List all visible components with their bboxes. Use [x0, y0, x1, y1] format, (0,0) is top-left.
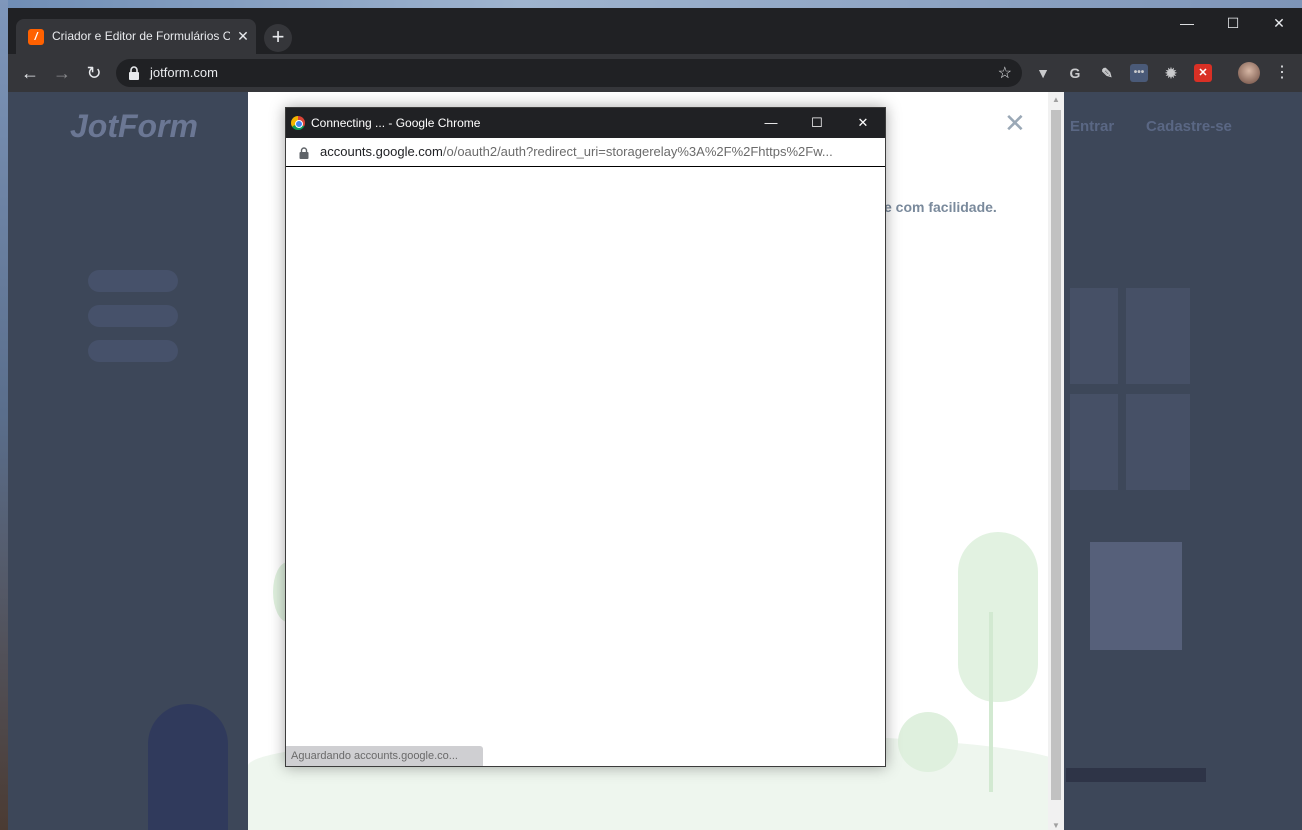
reload-button[interactable]: ↻	[80, 59, 108, 87]
new-tab-button[interactable]: +	[264, 24, 292, 52]
url-host: accounts.google.com	[320, 144, 443, 159]
popup-url: accounts.google.com/o/oauth2/auth?redire…	[320, 144, 868, 159]
window-illustration	[1126, 394, 1190, 490]
popup-title: Connecting ... - Google Chrome	[311, 116, 481, 130]
popup-status-bubble: Aguardando accounts.google.co...	[286, 746, 483, 766]
maximize-button[interactable]: ☐	[1210, 8, 1256, 38]
browser-toolbar: ← → ↻ jotform.com ☆ ▼ G ✎ ••• ✹ ✕ ⋮	[8, 54, 1302, 92]
close-window-button[interactable]: ✕	[1256, 8, 1302, 38]
url-path: /o/oauth2/auth?redirect_uri=storagerelay…	[442, 144, 833, 159]
popup-address-bar: accounts.google.com/o/oauth2/auth?redire…	[286, 138, 885, 167]
tree-trunk-illustration	[989, 612, 993, 792]
popup-blank-content	[286, 168, 885, 766]
forward-button[interactable]: →	[48, 59, 76, 87]
window-illustration	[1070, 288, 1118, 384]
address-bar[interactable]: jotform.com ☆	[116, 59, 1022, 87]
oauth-popup-window: Connecting ... - Google Chrome — ☐ ✕ acc…	[285, 107, 886, 767]
dots-extension-icon[interactable]: •••	[1130, 64, 1148, 82]
placeholder-bar	[88, 270, 178, 292]
bush-illustration	[898, 712, 958, 772]
scroll-down-icon[interactable]: ▼	[1048, 818, 1064, 830]
vivaldi-extension-icon[interactable]: ▼	[1034, 64, 1052, 82]
tab-title: Criador e Editor de Formulários Online	[52, 29, 230, 43]
minimize-button[interactable]: —	[1164, 8, 1210, 38]
lock-icon	[129, 66, 139, 80]
placeholder-bar	[88, 340, 178, 362]
tree-illustration	[958, 532, 1038, 702]
gear-extension-icon[interactable]: ✹	[1162, 64, 1180, 82]
back-button[interactable]: ←	[16, 59, 44, 87]
popup-maximize-button[interactable]: ☐	[794, 108, 840, 138]
grammarly-icon[interactable]: G	[1066, 64, 1084, 82]
tab-strip: / Criador e Editor de Formulários Online…	[8, 8, 1302, 54]
placeholder-bar	[88, 305, 178, 327]
jotform-favicon-icon: /	[28, 29, 44, 45]
popup-minimize-button[interactable]: —	[748, 108, 794, 138]
popup-titlebar[interactable]: Connecting ... - Google Chrome — ☐ ✕	[286, 108, 885, 138]
nav-login[interactable]: Entrar	[1070, 118, 1114, 135]
chrome-icon	[291, 116, 305, 130]
window-controls: — ☐ ✕	[1164, 8, 1302, 38]
window-illustration	[1070, 394, 1118, 490]
modal-text: e com facilidade.	[884, 199, 997, 215]
profile-avatar[interactable]	[1238, 62, 1260, 84]
bookmark-star-icon[interactable]: ☆	[998, 63, 1012, 83]
table-illustration	[1066, 768, 1206, 782]
lock-icon	[299, 147, 309, 159]
san-francisco-poster	[1090, 542, 1182, 650]
url-text: jotform.com	[150, 65, 218, 80]
window-illustration	[1126, 288, 1190, 384]
desktop-wallpaper	[0, 0, 1302, 8]
puzzle-extension-icon[interactable]: ✎	[1098, 64, 1116, 82]
tab-jotform[interactable]: / Criador e Editor de Formulários Online…	[16, 19, 256, 54]
desktop-wallpaper-edge	[0, 0, 8, 830]
chrome-menu-icon[interactable]: ⋮	[1274, 62, 1290, 82]
jotform-logo: JotForm	[70, 108, 198, 144]
tab-close-icon[interactable]: ✕	[234, 27, 252, 45]
popup-close-button[interactable]: ✕	[840, 108, 886, 138]
chair-illustration	[148, 704, 228, 830]
red-x-extension-icon[interactable]: ✕	[1194, 64, 1212, 82]
nav-signup[interactable]: Cadastre-se	[1146, 118, 1232, 135]
scroll-up-icon[interactable]: ▲	[1048, 92, 1064, 108]
scrollbar-thumb[interactable]	[1051, 110, 1061, 800]
modal-close-icon[interactable]: ✕	[1004, 110, 1026, 136]
